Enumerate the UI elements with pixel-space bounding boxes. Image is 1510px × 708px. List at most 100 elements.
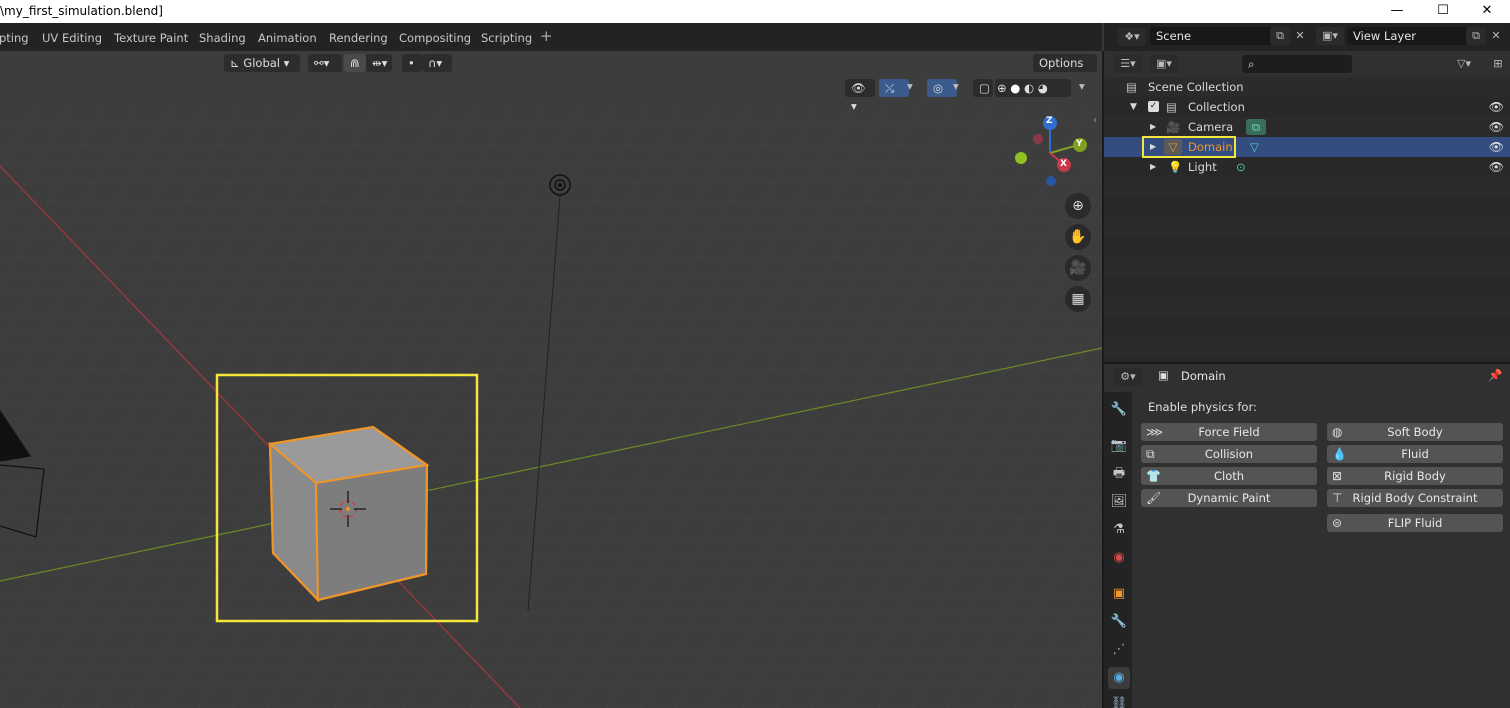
physics-tab-icon[interactable]: ◉	[1108, 667, 1130, 689]
cube-domain-object	[267, 425, 430, 603]
visibility-dropdown[interactable]: 👁▾	[845, 79, 875, 113]
flip-fluid-button[interactable]: ⊜ FLIP Fluid	[1327, 514, 1503, 532]
modifier-tab-icon[interactable]: 🔧	[1108, 611, 1130, 633]
snap-target-dropdown[interactable]: ⇹▾	[366, 54, 392, 72]
force-field-label: Force Field	[1198, 425, 1260, 439]
properties-editor-type-icon[interactable]: ⚙▾	[1114, 368, 1142, 386]
view-layer-tab-icon[interactable]: 🖼	[1108, 491, 1130, 513]
gizmo-toggle-icon[interactable]: ⤯	[879, 79, 909, 97]
cloth-label: Cloth	[1213, 469, 1245, 483]
options-dropdown[interactable]: Options ▾	[1033, 54, 1097, 88]
rendered-shading-icon[interactable]: ◕	[1038, 81, 1048, 95]
tab-rendering[interactable]: Rendering	[322, 28, 395, 48]
snap-toggle-icon[interactable]: ⋒	[344, 54, 366, 72]
tab-compositing[interactable]: Compositing	[392, 28, 478, 48]
material-shading-icon[interactable]: ◐	[1024, 81, 1034, 95]
gizmo-z-label[interactable]: Z	[1046, 116, 1053, 126]
outliner-panel: ☰▾ ▣▾ ⌕ ▽▾ ⊞ ▤ Scene Collection ▼ ✓ ▤ Co…	[1104, 51, 1510, 362]
display-mode-icon[interactable]: ▣▾	[1150, 55, 1178, 73]
wireframe-shading-icon[interactable]: ⊕	[997, 81, 1007, 95]
output-tab-icon[interactable]: 🖶	[1108, 463, 1130, 485]
transform-orientation-dropdown[interactable]: ⊾ Global ▾	[224, 54, 300, 72]
soft-body-button[interactable]: ◍ Soft Body	[1327, 423, 1503, 441]
fluid-label: Fluid	[1401, 447, 1429, 461]
force-field-button[interactable]: ⋙ Force Field	[1141, 423, 1317, 441]
collection-box-icon: ▤	[1166, 100, 1177, 114]
pivot-point-dropdown[interactable]: ⚯▾	[308, 54, 342, 72]
tab-sculpting[interactable]: pting	[0, 28, 36, 48]
add-workspace-button[interactable]: +	[533, 26, 560, 46]
dynamic-paint-button[interactable]: 🖌 Dynamic Paint	[1141, 489, 1317, 507]
rigid-body-constraint-button[interactable]: ⊤ Rigid Body Constraint	[1327, 489, 1503, 507]
visibility-eye-icon[interactable]: 👁	[1489, 137, 1504, 157]
outliner-row-bg	[1104, 317, 1510, 337]
cloth-icon: 👕	[1146, 469, 1161, 483]
gizmo-y-label[interactable]: Y	[1076, 139, 1083, 149]
particles-tab-icon[interactable]: ⋰	[1108, 639, 1130, 661]
tool-tab-icon[interactable]: 🔧	[1108, 399, 1130, 421]
constraints-tab-icon[interactable]: ⛓	[1108, 693, 1130, 708]
new-collection-icon[interactable]: ⊞	[1488, 55, 1508, 73]
rigid-body-constraint-icon: ⊤	[1332, 491, 1343, 505]
collection-checkbox[interactable]: ✓	[1148, 101, 1159, 112]
view-layer-selector-icon[interactable]: ▣▾	[1316, 27, 1344, 45]
light-data-icon[interactable]: ⊙	[1236, 157, 1246, 177]
object-tab-icon[interactable]: ▣	[1108, 583, 1130, 605]
expand-arrow-icon[interactable]: ▶	[1150, 157, 1156, 177]
rigid-body-button[interactable]: ⊠ Rigid Body	[1327, 467, 1503, 485]
tab-shading[interactable]: Shading	[192, 28, 253, 48]
expand-arrow-icon[interactable]: ▶	[1150, 117, 1156, 137]
overlays-dropdown-icon[interactable]: ▾	[953, 79, 959, 93]
editor-type-icon[interactable]: ☰▾	[1114, 55, 1142, 73]
copy-view-layer-icon[interactable]: ⧉	[1466, 27, 1486, 45]
copy-scene-icon[interactable]: ⧉	[1270, 27, 1290, 45]
collection-box-icon: ▤	[1126, 80, 1137, 94]
options-label: Options	[1039, 56, 1084, 70]
outliner-search-input[interactable]: ⌕	[1242, 55, 1352, 73]
close-button[interactable]: ✕	[1464, 0, 1510, 23]
scene-name-field[interactable]: Scene	[1150, 27, 1274, 45]
shading-dropdown-icon[interactable]: ▾	[1079, 79, 1085, 93]
falloff-dropdown[interactable]: ∩▾	[422, 54, 452, 72]
scene-tab-icon[interactable]: ⚗	[1108, 519, 1130, 541]
xray-toggle-icon[interactable]: ▢	[973, 79, 993, 97]
filter-icon[interactable]: ▽▾	[1450, 55, 1478, 73]
outliner-item-collection[interactable]: ▼ ✓ ▤ Collection 👁	[1104, 97, 1510, 117]
fluid-button[interactable]: 💧 Fluid	[1327, 445, 1503, 463]
3d-viewport[interactable]: Z Y X ⊕ ✋ 🎥 ▦ ‹	[0, 51, 1102, 708]
pin-icon[interactable]: 📌	[1488, 368, 1502, 382]
minimize-button[interactable]: —	[1374, 0, 1420, 23]
zoom-icon[interactable]: ⊕	[1065, 193, 1091, 219]
remove-view-layer-icon[interactable]: ✕	[1486, 27, 1506, 45]
view-layer-field[interactable]: View Layer	[1347, 27, 1471, 45]
solid-shading-icon[interactable]: ●	[1010, 81, 1020, 95]
outliner-item-light[interactable]: ▶ 💡 Light ⊙ 👁	[1104, 157, 1510, 177]
tab-animation[interactable]: Animation	[251, 28, 324, 48]
camera-view-icon[interactable]: 🎥	[1065, 255, 1091, 281]
sidebar-toggle-icon[interactable]: ‹	[1093, 115, 1102, 133]
pan-hand-icon[interactable]: ✋	[1065, 224, 1091, 250]
perspective-grid-icon[interactable]: ▦	[1065, 286, 1091, 312]
cloth-button[interactable]: 👕 Cloth	[1141, 467, 1317, 485]
outliner-item-scene-collection[interactable]: ▤ Scene Collection	[1104, 77, 1510, 97]
render-tab-icon[interactable]: 📷	[1108, 435, 1130, 457]
camera-data-icon[interactable]: ⧉	[1246, 119, 1266, 135]
visibility-eye-icon[interactable]: 👁	[1489, 97, 1504, 117]
tab-texture-paint[interactable]: Texture Paint	[107, 28, 195, 48]
remove-scene-icon[interactable]: ✕	[1290, 27, 1310, 45]
mesh-data-icon[interactable]: ▽	[1250, 137, 1259, 157]
visibility-eye-icon[interactable]: 👁	[1489, 117, 1504, 137]
outliner-item-camera[interactable]: ▶ 🎥 Camera ⧉ 👁	[1104, 117, 1510, 137]
world-tab-icon[interactable]: ◉	[1108, 547, 1130, 569]
proportional-edit-icon[interactable]: •	[402, 54, 422, 72]
visibility-eye-icon[interactable]: 👁	[1489, 157, 1504, 177]
collision-button[interactable]: ⧉ Collision	[1141, 445, 1317, 463]
tab-scripting[interactable]: Scripting	[474, 28, 539, 48]
gizmo-dropdown-icon[interactable]: ▾	[907, 79, 913, 93]
collision-icon: ⧉	[1146, 447, 1155, 461]
maximize-button[interactable]: ☐	[1420, 0, 1466, 23]
gizmo-x-label[interactable]: X	[1060, 159, 1067, 169]
tab-uv-editing[interactable]: UV Editing	[35, 28, 109, 48]
scene-selector-icon[interactable]: ❖▾	[1118, 28, 1146, 46]
expand-arrow-icon[interactable]: ▼	[1130, 97, 1137, 117]
